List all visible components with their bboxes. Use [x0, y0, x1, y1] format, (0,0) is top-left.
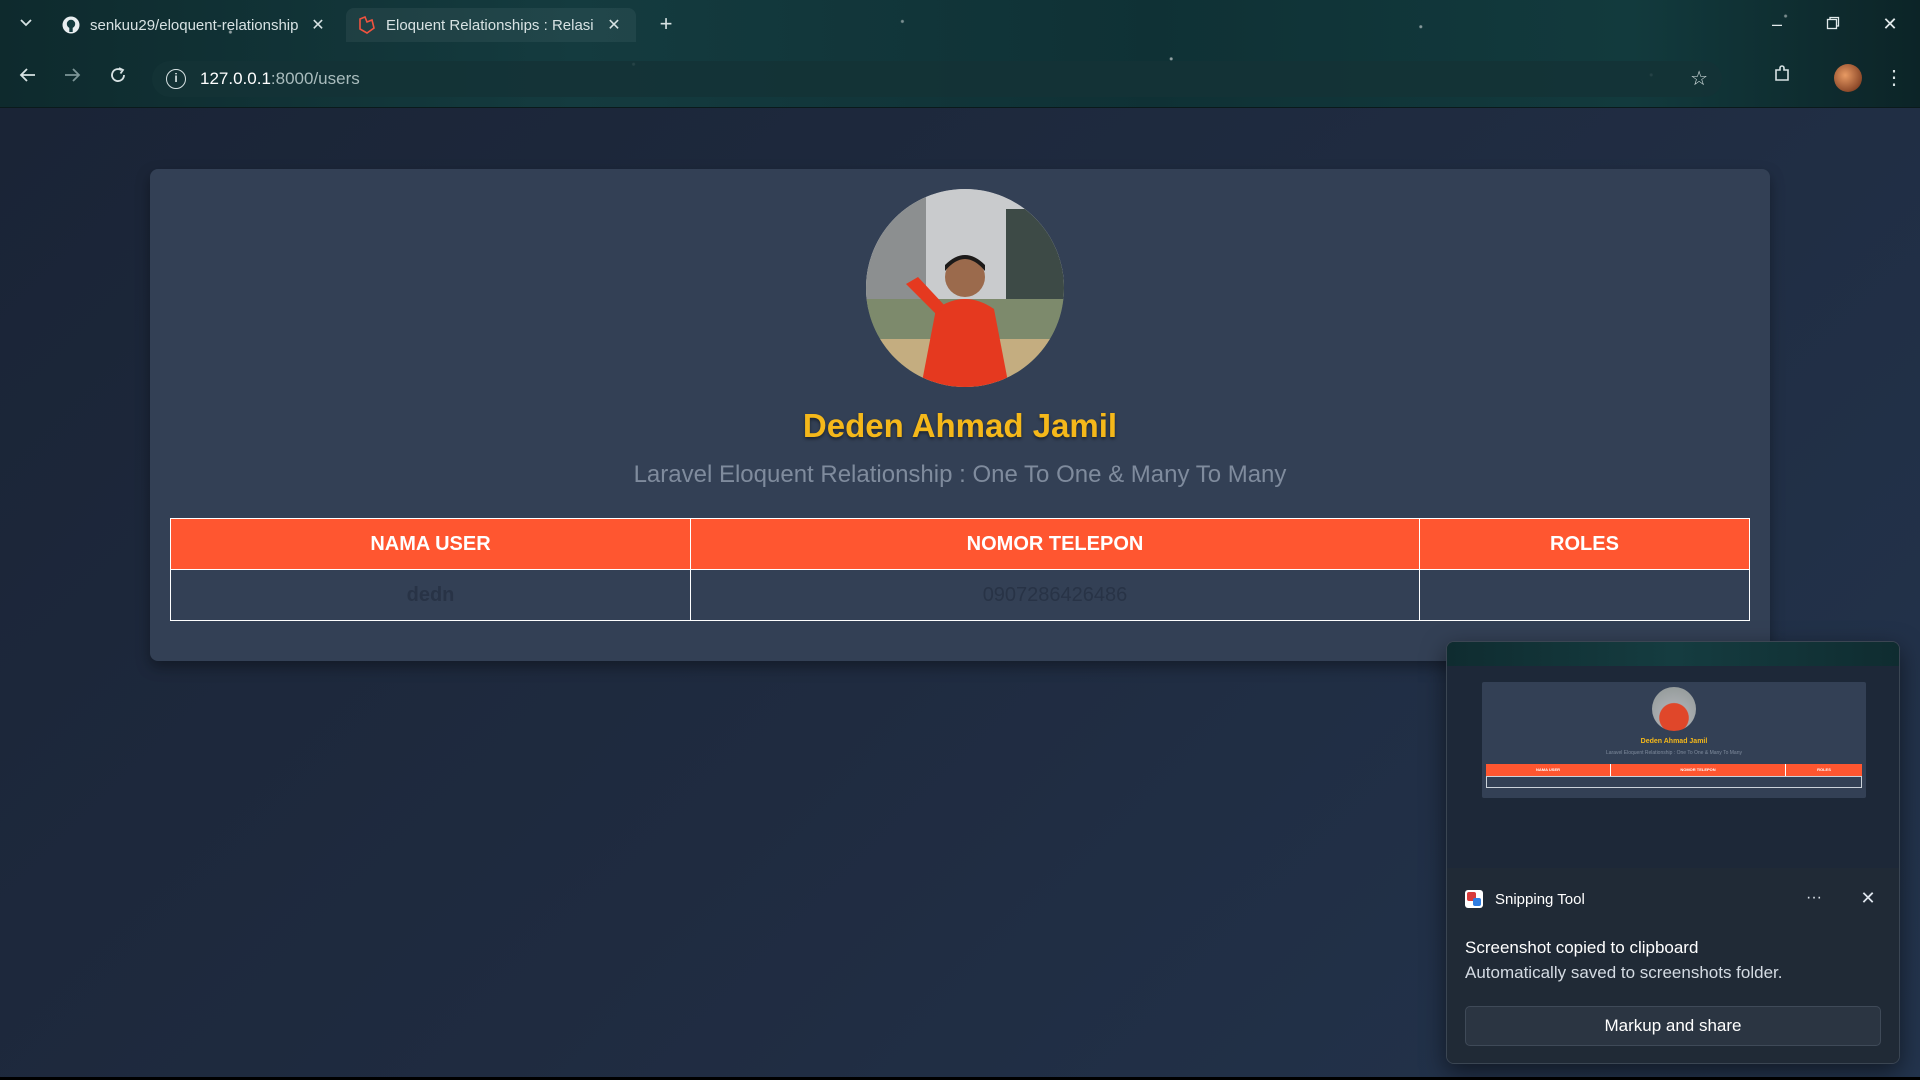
cell-roles — [1419, 569, 1750, 621]
close-icon[interactable]: ✕ — [1870, 10, 1910, 38]
profile-name: Deden Ahmad Jamil — [802, 407, 1118, 444]
column-header-roles: ROLES — [1419, 518, 1750, 570]
table-row: dedn 0907286426486 — [170, 569, 1750, 621]
app-name: Snipping Tool — [1495, 890, 1585, 908]
close-notification-icon[interactable]: ✕ — [1853, 884, 1883, 912]
snipping-tool-icon — [1465, 890, 1483, 908]
address-bar[interactable]: i 127.0.0.1:8000/users ☆ — [152, 61, 1722, 97]
column-header-nomor-telepon: NOMOR TELEPON — [690, 518, 1420, 570]
reload-icon[interactable] — [104, 64, 132, 92]
preview-header-nama-user: NAMA USER — [1486, 764, 1611, 776]
new-tab-button[interactable]: + — [652, 10, 680, 38]
preview-card: Deden Ahmad Jamil Laravel Eloquent Relat… — [1482, 682, 1866, 798]
markup-and-share-button[interactable]: Markup and share — [1465, 1006, 1881, 1046]
profile-card: Deden Ahmad Jamil Laravel Eloquent Relat… — [150, 169, 1770, 661]
preview-browser-chrome — [1447, 642, 1899, 666]
extensions-icon[interactable] — [1768, 64, 1796, 92]
laravel-icon — [358, 16, 376, 34]
preview-table-row — [1486, 776, 1862, 788]
more-options-icon[interactable]: ··· — [1799, 884, 1829, 912]
preview-name: Deden Ahmad Jamil — [1640, 738, 1708, 745]
preview-photo — [1652, 687, 1696, 731]
notification-body: Snipping Tool ··· ✕ Screenshot copied to… — [1447, 868, 1899, 1063]
chevron-down-icon — [20, 19, 32, 27]
tab-search-button[interactable] — [14, 12, 38, 36]
preview-table-header: NAMA USER NOMOR TELEPON ROLES — [1486, 764, 1862, 776]
profile-avatar[interactable] — [1834, 64, 1862, 92]
cell-user-name: dedn — [170, 569, 691, 621]
preview-header-nomor-telepon: NOMOR TELEPON — [1611, 764, 1786, 776]
forward-arrow-icon[interactable] — [58, 64, 86, 92]
site-info-icon[interactable]: i — [166, 69, 186, 89]
menu-kebab-icon[interactable]: ⋮ — [1880, 64, 1908, 92]
restore-icon[interactable] — [1813, 10, 1853, 38]
back-arrow-icon[interactable] — [14, 64, 42, 92]
tab-title: senkuu29/eloquent-relationship — [90, 16, 299, 34]
minimize-icon[interactable]: – — [1757, 10, 1797, 38]
github-icon — [62, 16, 80, 34]
notification-title: Screenshot copied to clipboard — [1465, 938, 1699, 957]
cell-phone: 0907286426486 — [690, 569, 1420, 621]
preview-header-roles: ROLES — [1817, 767, 1831, 772]
browser-chrome: senkuu29/eloquent-relationship ✕ Eloquen… — [0, 0, 1920, 108]
screenshot-preview[interactable]: Deden Ahmad Jamil Laravel Eloquent Relat… — [1447, 642, 1899, 868]
profile-photo — [866, 189, 1064, 387]
tab-close-icon[interactable]: ✕ — [308, 15, 328, 35]
notification-message: Automatically saved to screenshots folde… — [1465, 963, 1783, 982]
tab-close-icon[interactable]: ✕ — [604, 15, 624, 35]
tab-title: Eloquent Relationships : Relasi — [386, 16, 594, 34]
table-header-row: NAMA USER NOMOR TELEPON ROLES — [170, 518, 1750, 570]
snipping-tool-notification[interactable]: Deden Ahmad Jamil Laravel Eloquent Relat… — [1446, 641, 1900, 1064]
profile-subtitle: Laravel Eloquent Relationship : One To O… — [633, 461, 1287, 488]
tab-eloquent[interactable]: Eloquent Relationships : Relasi ✕ — [346, 8, 636, 42]
notification-app: Snipping Tool — [1465, 890, 1585, 908]
tab-github[interactable]: senkuu29/eloquent-relationship ✕ — [50, 8, 340, 42]
bookmark-star-icon[interactable]: ☆ — [1690, 66, 1708, 91]
url-text: 127.0.0.1:8000/users — [200, 69, 360, 88]
column-header-nama-user: NAMA USER — [170, 518, 691, 570]
users-table: NAMA USER NOMOR TELEPON ROLES dedn 09072… — [170, 518, 1750, 621]
preview-subtitle: Laravel Eloquent Relationship : One To O… — [1605, 750, 1742, 756]
